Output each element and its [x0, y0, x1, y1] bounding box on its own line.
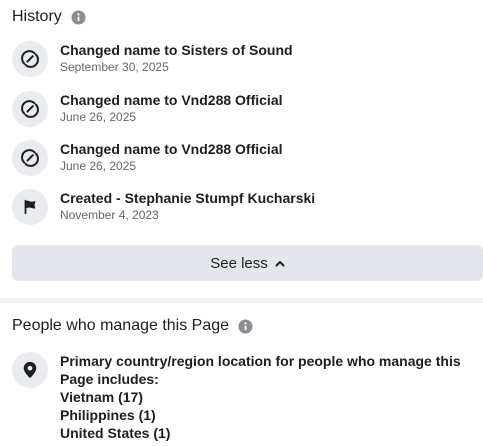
history-item-date: September 30, 2025 — [60, 60, 169, 74]
history-item: Changed name to Vnd288 Official June 26,… — [12, 89, 472, 129]
history-item-title: Changed name to Vnd288 Official — [60, 141, 283, 157]
see-less-button[interactable]: See less — [12, 245, 483, 281]
history-header: History — [12, 6, 483, 28]
history-item: Changed name to Vnd288 Official June 26,… — [12, 138, 472, 178]
managers-header: People who manage this Page — [12, 315, 483, 337]
managers-section: People who manage this Page — [0, 315, 483, 337]
country-item: Vietnam (17) — [60, 389, 143, 405]
history-title: History — [12, 8, 62, 25]
info-icon[interactable] — [71, 9, 86, 25]
info-icon[interactable] — [238, 318, 253, 334]
country-list: Vietnam (17) Philippines (1) United Stat… — [60, 388, 483, 442]
refresh-edit-icon — [12, 140, 48, 176]
managers-title: People who manage this Page — [12, 317, 230, 334]
section-divider — [0, 298, 483, 303]
history-item: Changed name to Sisters of Sound Septemb… — [12, 39, 472, 79]
country-item: United States (1) — [60, 425, 171, 441]
history-section: History — [0, 6, 483, 28]
country-item: Philippines (1) — [60, 407, 156, 423]
history-item-date: June 26, 2025 — [60, 159, 137, 173]
chevron-up-icon — [275, 260, 285, 267]
refresh-edit-icon — [12, 91, 48, 127]
history-item-title: Created - Stephanie Stumpf Kucharski — [60, 190, 316, 206]
location-heading: Primary country/region location for peop… — [60, 353, 461, 387]
refresh-edit-icon — [12, 41, 48, 77]
see-less-label: See less — [210, 254, 268, 272]
history-item: Created - Stephanie Stumpf Kucharski Nov… — [12, 187, 472, 227]
history-item-date: November 4, 2023 — [60, 208, 159, 222]
flag-icon — [12, 189, 48, 225]
history-item-title: Changed name to Vnd288 Official — [60, 92, 283, 108]
history-item-title: Changed name to Sisters of Sound — [60, 42, 293, 58]
location-pin-icon — [12, 352, 48, 388]
history-item-date: June 26, 2025 — [60, 110, 137, 124]
